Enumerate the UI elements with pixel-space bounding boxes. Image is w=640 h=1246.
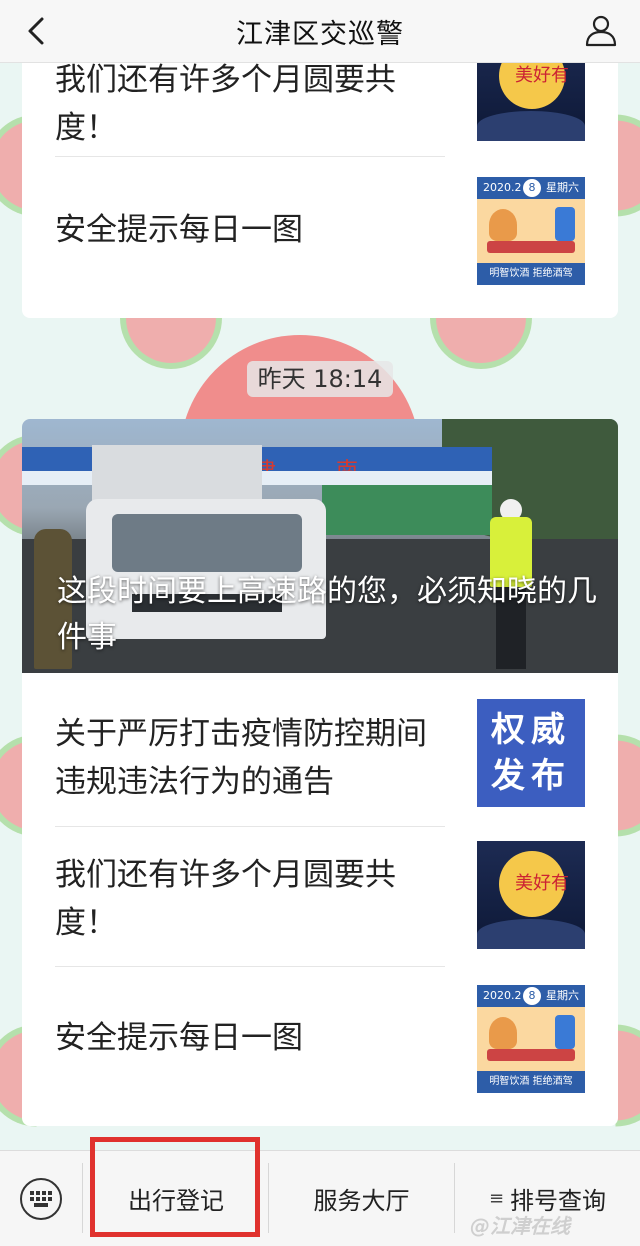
- thumbnail-decoration: [477, 919, 585, 949]
- message-card: 我们还有许多个月圆要共度！ 美好有 安全提示每日一图 2020.2 8 星期六 …: [22, 20, 618, 318]
- item-title: 我们还有许多个月圆要共度！: [55, 56, 445, 152]
- thumbnail-text: 美好有: [515, 869, 569, 895]
- list-item[interactable]: 安全提示每日一图 2020.2 8 星期六 明智饮酒 拒绝酒驾: [22, 160, 618, 300]
- thumbnail-footer: 明智饮酒 拒绝酒驾: [477, 263, 585, 285]
- thumbnail-weekday: 星期六: [546, 177, 579, 199]
- thumbnail: 2020.2 8 星期六 明智饮酒 拒绝酒驾: [477, 985, 585, 1093]
- item-title: 关于严厉打击疫情防控期间违规违法行为的通告: [55, 710, 445, 806]
- table-illustration: [487, 241, 575, 253]
- thumbnail-date: 2020.2: [483, 177, 522, 199]
- list-item[interactable]: 我们还有许多个月圆要共度！ 美好有: [22, 827, 618, 967]
- thumbnail-footer: 明智饮酒 拒绝酒驾: [477, 1071, 585, 1093]
- watermelon-decoration: [616, 735, 640, 837]
- person-icon[interactable]: [582, 11, 620, 49]
- chevron-left-icon[interactable]: [18, 13, 54, 49]
- thumbnail-text: 权威发布: [477, 707, 585, 799]
- table-illustration: [487, 1049, 575, 1061]
- timestamp: 昨天 18:14: [247, 361, 393, 397]
- watermark: @江津在线: [470, 1210, 570, 1239]
- truck-illustration: [92, 445, 262, 507]
- person-illustration: [489, 209, 517, 241]
- thumbnail-decoration: [477, 111, 585, 141]
- thumbnail-header: 2020.2 8 星期六: [477, 177, 585, 199]
- item-title: 安全提示每日一图: [55, 1014, 445, 1062]
- hero-caption: 这段时间要上高速路的您，必须知晓的几件事: [57, 569, 597, 661]
- highlight-box: [90, 1137, 260, 1237]
- thumbnail-text: 美好有: [515, 61, 569, 87]
- thumbnail-number: 8: [523, 987, 541, 1005]
- thumbnail: 权威发布: [477, 699, 585, 807]
- phone-illustration: [555, 1015, 575, 1049]
- watermelon-decoration: [430, 318, 532, 369]
- divider: [55, 156, 445, 157]
- item-title: 我们还有许多个月圆要共度！: [55, 851, 445, 947]
- watermelon-decoration: [616, 115, 640, 217]
- watermelon-decoration: [616, 1025, 640, 1127]
- phone-illustration: [555, 207, 575, 241]
- truck-illustration: [112, 514, 302, 572]
- list-item[interactable]: 关于严厉打击疫情防控期间违规违法行为的通告 权威发布: [22, 683, 618, 823]
- hero-article[interactable]: 江津南 这段时间要上高速路的您，必须知晓的几件事: [22, 419, 618, 673]
- thumbnail-header: 2020.2 8 星期六: [477, 985, 585, 1007]
- list-icon: ≡: [489, 1188, 504, 1209]
- thumbnail-date: 2020.2: [483, 985, 522, 1007]
- thumbnail: 美好有: [477, 841, 585, 949]
- thumbnail-weekday: 星期六: [546, 985, 579, 1007]
- keyboard-icon-keys: [30, 1191, 52, 1207]
- menu-button-service-hall[interactable]: 服务大厅: [269, 1151, 454, 1246]
- page-title: 江津区交巡警: [236, 12, 404, 51]
- keyboard-icon[interactable]: [20, 1178, 62, 1220]
- thumbnail: 2020.2 8 星期六 明智饮酒 拒绝酒驾: [477, 177, 585, 285]
- app-header: 江津区交巡警: [0, 0, 640, 63]
- thumbnail-number: 8: [523, 179, 541, 197]
- list-item[interactable]: 安全提示每日一图 2020.2 8 星期六 明智饮酒 拒绝酒驾: [22, 967, 618, 1107]
- menu-button-label: 服务大厅: [314, 1181, 410, 1216]
- item-title: 安全提示每日一图: [55, 206, 445, 254]
- toll-booths: [322, 485, 492, 535]
- watermelon-decoration: [120, 318, 222, 369]
- person-illustration: [489, 1017, 517, 1049]
